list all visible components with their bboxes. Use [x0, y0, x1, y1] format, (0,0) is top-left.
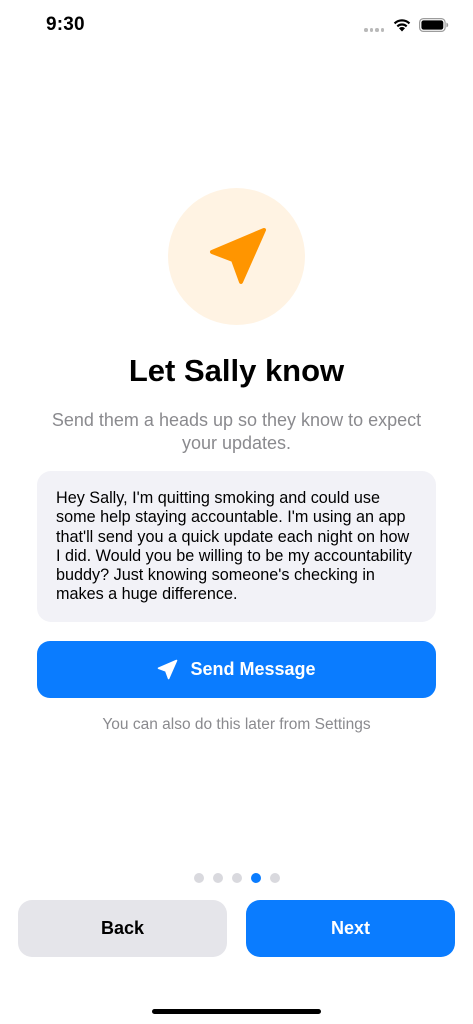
page-dot[interactable]: [269, 873, 280, 883]
status-bar: 9:30: [0, 0, 473, 54]
page-dot-active[interactable]: [250, 873, 261, 883]
message-preview-card[interactable]: Hey Sally, I'm quitting smoking and coul…: [37, 471, 436, 622]
page-dot[interactable]: [193, 873, 204, 883]
page-subtitle: Send them a heads up so they know to exp…: [51, 410, 422, 453]
paperplane-icon: [158, 659, 178, 680]
hero-icon-circle: [168, 188, 305, 325]
page-dot[interactable]: [231, 873, 242, 883]
status-time: 9:30: [46, 14, 85, 35]
page-dot[interactable]: [212, 873, 223, 883]
next-button[interactable]: Next: [246, 900, 455, 957]
message-text: Hey Sally, I'm quitting smoking and coul…: [56, 489, 413, 604]
onboarding-screen: 9:30 Let Sally know Send them a heads up…: [0, 0, 473, 1024]
paperplane-fill-icon: [209, 227, 266, 284]
battery-icon: [419, 18, 449, 32]
page-title: Let Sally know: [128, 353, 345, 388]
page-indicator: [0, 873, 473, 883]
wifi-icon: [393, 19, 411, 32]
home-indicator[interactable]: [152, 1009, 321, 1014]
back-button[interactable]: Back: [18, 900, 227, 957]
send-message-label: Send Message: [190, 659, 316, 679]
send-message-button[interactable]: Send Message: [37, 641, 436, 698]
settings-hint: You can also do this later from Settings: [102, 716, 371, 733]
cellular-signal-icon: [364, 28, 384, 32]
